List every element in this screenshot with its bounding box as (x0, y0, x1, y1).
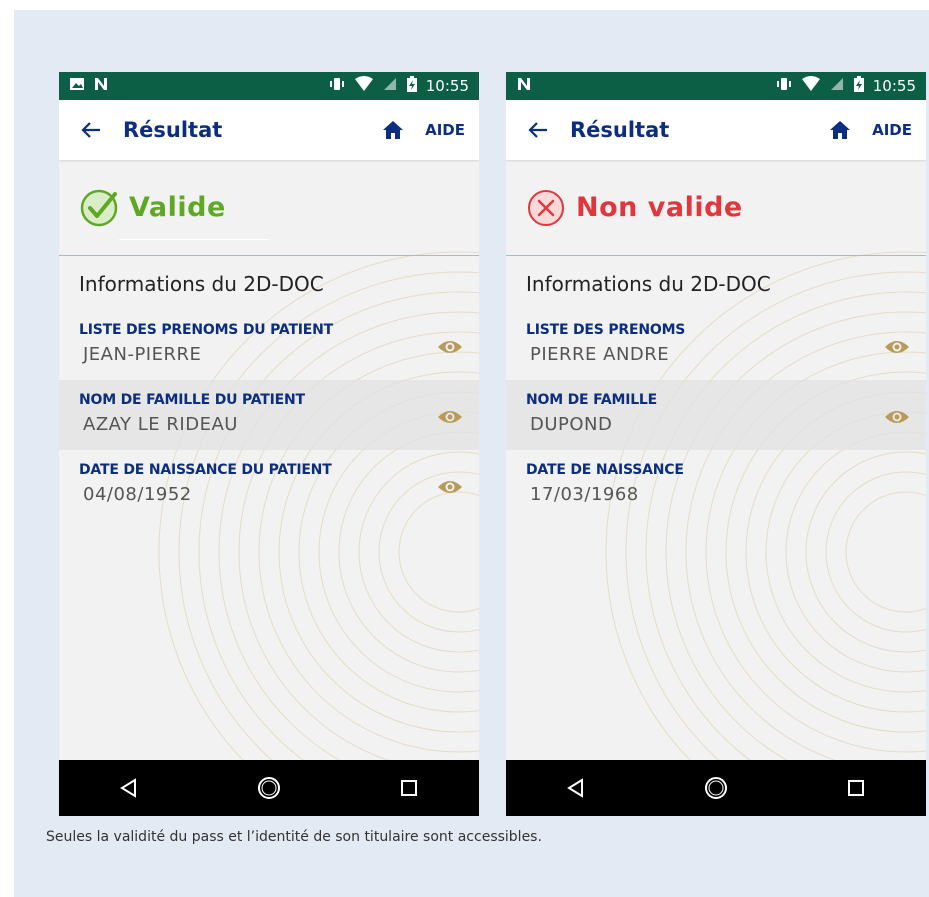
page-title: Résultat (123, 118, 223, 142)
field-row-first-names: LISTE DES PRENOMS PIERRE ANDRE (506, 310, 926, 380)
nav-home-button[interactable] (686, 760, 746, 816)
battery-charging-icon (853, 76, 865, 96)
field-row-last-name: NOM DE FAMILLE DUPOND (506, 380, 926, 450)
eye-icon (438, 481, 462, 493)
vibrate-icon (775, 76, 793, 96)
nav-home-button[interactable] (239, 760, 299, 816)
eye-icon (885, 411, 909, 423)
vibrate-icon (328, 76, 346, 96)
back-triangle-icon (567, 778, 583, 798)
eye-icon (885, 341, 909, 353)
field-label: DATE DE NAISSANCE (526, 462, 684, 478)
no-sim-icon (829, 76, 845, 96)
home-icon (383, 121, 404, 139)
check-circle-icon (80, 189, 118, 226)
back-triangle-icon (120, 778, 136, 798)
status-bar: 10:55 (506, 72, 926, 100)
eye-icon (438, 341, 462, 353)
section-title: Informations du 2D-DOC (526, 272, 771, 296)
n-icon (516, 76, 532, 96)
status-bar: 10:55 (59, 72, 479, 100)
result-banner: Non valide (506, 160, 926, 256)
reveal-button[interactable] (884, 334, 910, 360)
x-circle-icon (528, 189, 564, 226)
home-circle-icon (705, 777, 727, 799)
image-icon (69, 77, 85, 95)
reveal-button[interactable] (884, 404, 910, 430)
nav-recents-button[interactable] (826, 760, 886, 816)
nav-recents-button[interactable] (379, 760, 439, 816)
field-value: AZAY LE RIDEAU (83, 414, 238, 435)
no-sim-icon (382, 76, 398, 96)
home-button[interactable] (818, 100, 862, 160)
app-bar: Résultat AIDE (59, 100, 479, 160)
reveal-button[interactable] (437, 334, 463, 360)
eye-icon (438, 411, 462, 423)
back-button[interactable] (59, 100, 123, 160)
field-value: DUPOND (530, 414, 613, 435)
home-circle-icon (258, 777, 280, 799)
home-button[interactable] (371, 100, 415, 160)
page-title: Résultat (570, 118, 670, 142)
status-time: 10:55 (872, 77, 916, 95)
recents-square-icon (401, 780, 417, 796)
field-label: DATE DE NAISSANCE DU PATIENT (79, 462, 332, 478)
field-row-last-name: NOM DE FAMILLE DU PATIENT AZAY LE RIDEAU (59, 380, 479, 450)
field-label: LISTE DES PRENOMS DU PATIENT (79, 322, 334, 338)
system-nav-bar (59, 760, 479, 816)
figure-caption: Seules la validité du pass et l’identité… (46, 829, 542, 845)
phone-screen-invalid: 10:55 Résultat AIDE Non valide Informati… (506, 72, 926, 816)
recents-square-icon (848, 780, 864, 796)
field-row-birth-date: DATE DE NAISSANCE DU PATIENT 04/08/1952 (59, 450, 479, 520)
arrow-left-icon (81, 122, 100, 138)
field-value: 17/03/1968 (530, 484, 639, 505)
field-label: NOM DE FAMILLE (526, 392, 658, 408)
help-button[interactable]: AIDE (862, 121, 926, 139)
result-status: Valide (129, 192, 226, 223)
wifi-icon (354, 76, 374, 96)
wifi-icon (801, 76, 821, 96)
help-button[interactable]: AIDE (415, 121, 479, 139)
system-nav-bar (506, 760, 926, 816)
app-bar: Résultat AIDE (506, 100, 926, 160)
field-label: NOM DE FAMILLE DU PATIENT (79, 392, 305, 408)
field-value: PIERRE ANDRE (530, 344, 670, 365)
n-icon (93, 76, 109, 96)
reveal-button[interactable] (437, 474, 463, 500)
field-row-first-names: LISTE DES PRENOMS DU PATIENT JEAN-PIERRE (59, 310, 479, 380)
arrow-left-icon (528, 122, 547, 138)
back-button[interactable] (506, 100, 570, 160)
status-time: 10:55 (425, 77, 469, 95)
result-underline (119, 239, 269, 240)
field-label: LISTE DES PRENOMS (526, 322, 686, 338)
field-row-birth-date: DATE DE NAISSANCE 17/03/1968 (506, 450, 926, 520)
field-value: JEAN-PIERRE (83, 344, 202, 365)
home-icon (830, 121, 851, 139)
nav-back-button[interactable] (546, 760, 606, 816)
phone-screen-valid: 10:55 Résultat AIDE Valide Informations … (59, 72, 479, 816)
nav-back-button[interactable] (99, 760, 159, 816)
section-title: Informations du 2D-DOC (79, 272, 324, 296)
result-banner: Valide (59, 160, 479, 256)
battery-charging-icon (406, 76, 418, 96)
reveal-button[interactable] (437, 404, 463, 430)
field-value: 04/08/1952 (83, 484, 192, 505)
result-status: Non valide (576, 192, 743, 223)
